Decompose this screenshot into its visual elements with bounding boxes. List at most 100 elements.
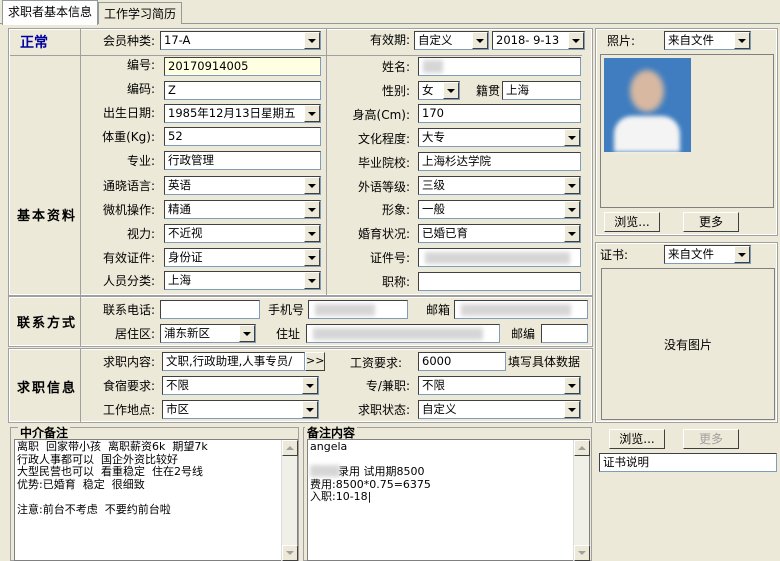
chevron-down-icon[interactable] [304, 105, 320, 122]
chevron-down-icon[interactable] [564, 401, 580, 418]
category-value: 上海 [168, 273, 191, 287]
code-field[interactable]: Z [164, 81, 321, 100]
birth-date-picker[interactable]: 1985年12月13日星期五 [164, 104, 321, 123]
email-field[interactable] [454, 300, 588, 319]
chevron-down-icon[interactable] [304, 177, 320, 194]
remarks-scrollbar[interactable] [573, 440, 590, 561]
chevron-down-icon[interactable] [472, 32, 488, 49]
phone-field[interactable] [160, 300, 260, 319]
job-content-field[interactable]: 文职,行政助理,人事专员/ [162, 352, 305, 371]
label-birth: 出生日期: [102, 106, 155, 120]
id-type-combo[interactable]: 身份证 [164, 248, 321, 267]
id-number-field[interactable] [418, 248, 581, 267]
label-appearance: 形象: [381, 203, 410, 217]
job-status-combo[interactable]: 自定义 [418, 400, 581, 419]
photo-browse-button[interactable]: 浏览... [604, 212, 660, 232]
agent-notes-scrollbar[interactable] [281, 440, 298, 561]
chevron-down-icon[interactable] [443, 82, 459, 99]
chevron-down-icon[interactable] [564, 225, 580, 242]
mobile-field[interactable] [308, 300, 408, 319]
label-native: 籍贯 [475, 84, 500, 98]
salary-field[interactable]: 6000 [418, 352, 506, 371]
photo-source-value: 来自文件 [668, 33, 714, 47]
job-content-more-button[interactable]: >> [305, 352, 325, 371]
language-combo[interactable]: 英语 [164, 176, 321, 195]
vision-combo[interactable]: 不近视 [164, 224, 321, 243]
lang-level-combo[interactable]: 三级 [418, 176, 581, 195]
photo-more-button[interactable]: 更多 [683, 212, 739, 232]
label-mobile: 手机号 [267, 303, 304, 317]
scroll-down-icon[interactable] [574, 545, 590, 561]
chevron-down-icon[interactable] [564, 129, 580, 146]
tab-basic-info[interactable]: 求职者基本信息 [2, 0, 99, 25]
appearance-combo[interactable]: 一般 [418, 200, 581, 219]
scroll-down-icon[interactable] [282, 545, 298, 561]
school-field[interactable]: 上海杉达学院 [418, 152, 581, 171]
chevron-down-icon[interactable] [302, 401, 318, 418]
validity-type-combo[interactable]: 自定义 [414, 31, 489, 50]
agent-notes-textarea[interactable]: 离职 回家带小孩 离职薪资6k 期望7k 行政人事都可以 国企外资比较好 大型民… [14, 439, 298, 561]
validity-date-picker[interactable]: 2018- 9-13 [492, 31, 585, 50]
language-value: 英语 [168, 178, 191, 192]
education-value: 大专 [422, 130, 445, 144]
part-time-value: 不限 [422, 378, 445, 392]
location-combo[interactable]: 市区 [162, 400, 319, 419]
location-value: 市区 [166, 402, 189, 416]
education-combo[interactable]: 大专 [418, 128, 581, 147]
no-image-text: 没有图片 [663, 337, 712, 352]
category-combo[interactable]: 上海 [164, 271, 321, 290]
remarks-textarea[interactable]: angela 录用 试用期8500 费用:8500*0.75=6375 入职:1… [307, 439, 590, 561]
major-field[interactable]: 行政管理 [164, 151, 321, 170]
label-number: 编号: [126, 58, 155, 72]
native-field[interactable]: 上海 [502, 81, 581, 100]
number-field[interactable]: 20170914005 [164, 57, 321, 76]
chevron-down-icon[interactable] [302, 377, 318, 394]
marital-combo[interactable]: 已婚已育 [418, 224, 581, 243]
salary-hint: 填写具体数据 [508, 355, 581, 369]
chevron-down-icon[interactable] [734, 246, 750, 263]
tab-work-history[interactable]: 工作学习简历 [98, 2, 183, 24]
address-field[interactable] [306, 324, 500, 343]
scroll-up-icon[interactable] [282, 440, 298, 456]
certificate-more-button[interactable]: 更多 [683, 429, 739, 449]
title-field[interactable] [418, 272, 581, 291]
photo-face [630, 70, 664, 112]
certificate-desc-field[interactable]: 证书说明 [599, 453, 777, 472]
birth-value: 1985年12月13日星期五 [168, 106, 296, 120]
redacted-text [313, 328, 483, 340]
scroll-up-icon[interactable] [574, 440, 590, 456]
vision-value: 不近视 [168, 226, 203, 240]
zipcode-field[interactable] [541, 324, 588, 343]
height-field[interactable]: 170 [418, 104, 581, 123]
residence-combo[interactable]: 浦东新区 [160, 324, 256, 343]
board-value: 不限 [166, 378, 189, 392]
chevron-down-icon[interactable] [564, 377, 580, 394]
chevron-down-icon[interactable] [734, 32, 750, 49]
weight-field[interactable]: 52 [164, 127, 321, 146]
computer-value: 精通 [168, 202, 191, 216]
member-type-combo[interactable]: 17-A [160, 31, 321, 50]
part-time-combo[interactable]: 不限 [418, 376, 581, 395]
chevron-down-icon[interactable] [304, 201, 320, 218]
label-height: 身高(Cm): [352, 108, 410, 122]
certificate-image-frame: 没有图片 [601, 268, 775, 420]
photo-source-combo[interactable]: 来自文件 [664, 31, 751, 50]
board-combo[interactable]: 不限 [162, 376, 319, 395]
computer-skill-combo[interactable]: 精通 [164, 200, 321, 219]
certificate-browse-button[interactable]: 浏览... [609, 429, 665, 449]
label-phone: 联系电话: [102, 303, 155, 317]
chevron-down-icon[interactable] [564, 177, 580, 194]
chevron-down-icon[interactable] [568, 32, 584, 49]
chevron-down-icon[interactable] [564, 201, 580, 218]
chevron-down-icon[interactable] [304, 249, 320, 266]
label-part-time: 专/兼职: [365, 379, 410, 393]
section-job: 求职信息 [17, 381, 78, 396]
gender-combo[interactable]: 女 [418, 81, 460, 100]
chevron-down-icon[interactable] [304, 225, 320, 242]
name-field[interactable] [418, 57, 581, 76]
chevron-down-icon[interactable] [239, 325, 255, 342]
chevron-down-icon[interactable] [304, 32, 320, 49]
chevron-down-icon[interactable] [304, 272, 320, 289]
certificate-source-combo[interactable]: 来自文件 [664, 245, 751, 264]
label-category: 人员分类: [102, 274, 155, 288]
